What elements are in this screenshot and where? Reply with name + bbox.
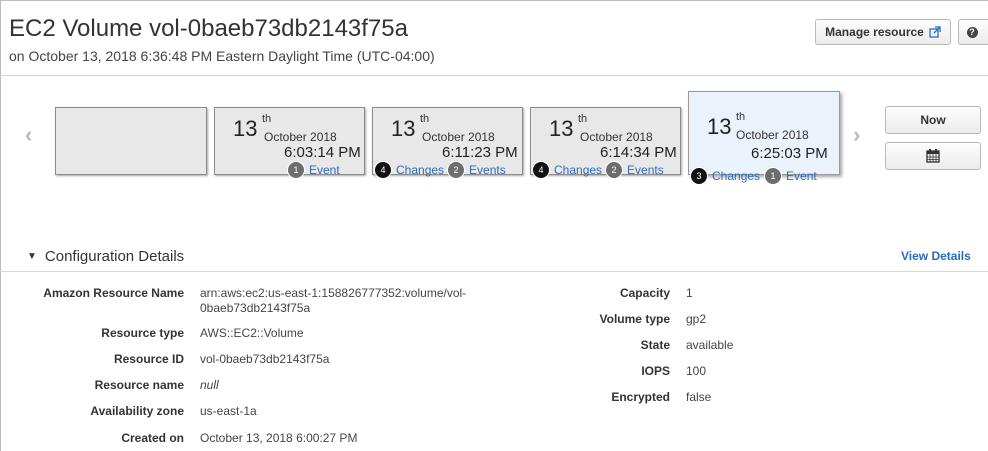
card-day: 13 bbox=[549, 116, 574, 141]
now-button[interactable]: Now bbox=[885, 106, 981, 134]
prev-arrow-icon[interactable]: ‹ bbox=[25, 122, 32, 148]
card-month: October 2018 bbox=[580, 130, 653, 144]
changes-count-badge: 4 bbox=[374, 161, 392, 179]
view-details-link[interactable]: View Details bbox=[901, 249, 971, 263]
field-label: Capacity bbox=[619, 286, 670, 300]
field-label: Amazon Resource Name bbox=[43, 286, 184, 300]
changes-link[interactable]: Changes bbox=[396, 163, 444, 177]
manage-resource-button[interactable]: Manage resource bbox=[815, 19, 951, 45]
field-label: Resource name bbox=[94, 378, 184, 392]
external-link-icon bbox=[929, 26, 941, 38]
card-badges: 4 Changes 2 Events bbox=[374, 161, 506, 179]
card-month: October 2018 bbox=[264, 130, 337, 144]
field-value: 100 bbox=[686, 364, 707, 378]
card-day: 13 bbox=[391, 116, 416, 141]
page-title: EC2 Volume vol-0baeb73db2143f75a bbox=[9, 15, 408, 42]
card-time: 6:03:14 PM bbox=[284, 144, 361, 161]
events-count-badge: 2 bbox=[447, 161, 466, 179]
events-link[interactable]: Events bbox=[627, 163, 664, 177]
field-label: Availability zone bbox=[90, 404, 184, 418]
calendar-icon bbox=[926, 149, 940, 163]
timeline-card-empty[interactable] bbox=[55, 107, 207, 175]
changes-link[interactable]: Changes bbox=[554, 163, 602, 177]
section-title: Configuration Details bbox=[44, 248, 185, 265]
card-day: 13 bbox=[233, 116, 258, 141]
next-arrow-icon[interactable]: › bbox=[853, 122, 860, 148]
field-value: October 13, 2018 6:00:27 PM bbox=[200, 431, 358, 445]
changes-count-badge: 3 bbox=[690, 167, 708, 185]
events-count-badge: 1 bbox=[764, 167, 783, 185]
field-value: gp2 bbox=[686, 312, 707, 326]
events-link[interactable]: Events bbox=[469, 163, 506, 177]
card-day: 13 bbox=[707, 114, 732, 139]
timeline-card-current[interactable]: 13 th October 2018 6:25:03 PM bbox=[688, 91, 840, 175]
field-value: 0baeb73db2143f75a bbox=[200, 301, 311, 315]
help-icon: ? bbox=[966, 26, 978, 38]
divider bbox=[0, 75, 988, 76]
calendar-button[interactable] bbox=[885, 142, 981, 170]
help-button[interactable]: ? bbox=[958, 19, 988, 45]
field-value: us-east-1a bbox=[200, 404, 257, 418]
manage-resource-label: Manage resource bbox=[825, 25, 924, 39]
divider bbox=[0, 271, 988, 272]
field-label: Created on bbox=[121, 431, 184, 445]
card-day-suffix: th bbox=[578, 113, 588, 125]
field-label: Resource ID bbox=[113, 352, 184, 366]
field-value: null bbox=[200, 378, 219, 392]
field-label: IOPS bbox=[641, 364, 670, 378]
field-label: Volume type bbox=[599, 312, 670, 326]
field-label: Encrypted bbox=[611, 390, 670, 404]
field-value: 1 bbox=[686, 286, 693, 300]
card-badges: 4 Changes 2 Events bbox=[532, 161, 664, 179]
configuration-details-toggle[interactable]: ▼ Configuration Details bbox=[27, 248, 184, 265]
events-count-badge: 1 bbox=[287, 161, 305, 179]
events-link[interactable]: Event bbox=[309, 163, 340, 177]
card-day-suffix: th bbox=[736, 111, 746, 123]
card-day-suffix: th bbox=[420, 113, 430, 125]
field-value: arn:aws:ec2:us-east-1:158826777352:volum… bbox=[200, 286, 467, 300]
field-value: false bbox=[686, 390, 712, 404]
card-badges: 3 Changes 1 Event bbox=[690, 167, 817, 185]
page-subtitle: on October 13, 2018 6:36:48 PM Eastern D… bbox=[9, 48, 435, 64]
card-month: October 2018 bbox=[736, 128, 809, 142]
events-count-badge: 2 bbox=[605, 161, 624, 179]
card-badges: 1 Event bbox=[287, 161, 340, 179]
field-value: vol-0baeb73db2143f75a bbox=[200, 352, 330, 366]
caret-down-icon: ▼ bbox=[27, 251, 37, 262]
card-time: 6:14:34 PM bbox=[600, 144, 677, 161]
field-label: State bbox=[640, 338, 670, 352]
field-value: AWS::EC2::Volume bbox=[200, 326, 304, 340]
field-value: available bbox=[686, 338, 734, 352]
events-link[interactable]: Event bbox=[786, 169, 817, 183]
card-day-suffix: th bbox=[262, 113, 272, 125]
card-time: 6:11:23 PM bbox=[442, 144, 518, 161]
field-label: Resource type bbox=[101, 326, 184, 340]
changes-link[interactable]: Changes bbox=[712, 169, 760, 183]
changes-count-badge: 4 bbox=[532, 161, 550, 179]
card-month: October 2018 bbox=[422, 130, 495, 144]
card-time: 6:25:03 PM bbox=[751, 145, 828, 162]
